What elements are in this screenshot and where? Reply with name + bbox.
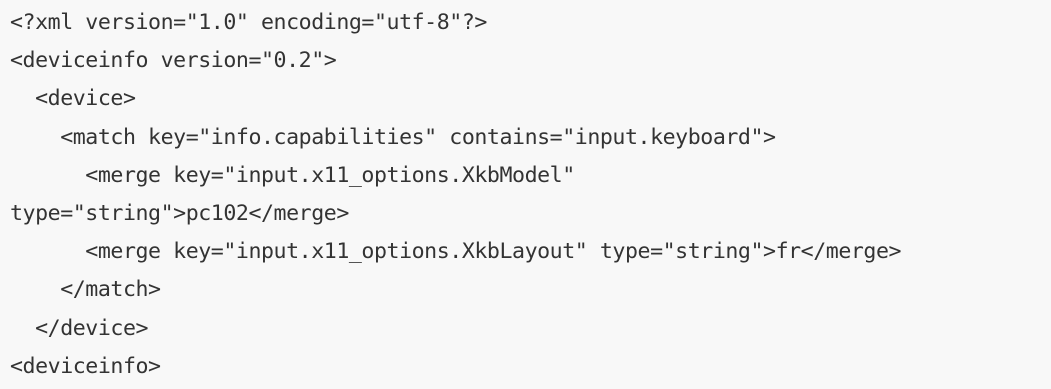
code-line-3: <device> — [10, 86, 136, 112]
code-line-8: </match> — [10, 277, 161, 303]
code-line-6: type="string">pc102</merge> — [10, 201, 349, 227]
code-line-10: <deviceinfo> — [10, 353, 161, 379]
code-line-2: <deviceinfo version="0.2"> — [10, 48, 337, 74]
code-line-9: </device> — [10, 315, 149, 341]
code-line-5: <merge key="input.x11_options.XkbModel" — [10, 162, 575, 188]
code-line-4: <match key="info.capabilities" contains=… — [10, 124, 776, 150]
code-line-7: <merge key="input.x11_options.XkbLayout"… — [10, 239, 902, 265]
xml-code-block: <?xml version="1.0" encoding="utf-8"?> <… — [0, 0, 1051, 389]
code-line-1: <?xml version="1.0" encoding="utf-8"?> — [10, 10, 487, 35]
